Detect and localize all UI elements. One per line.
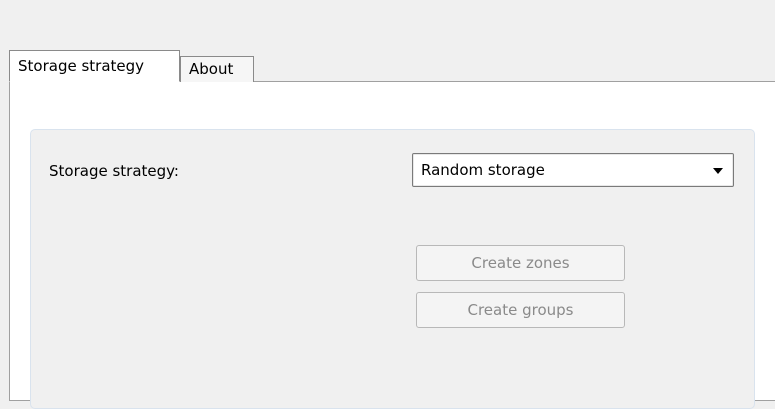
- storage-strategy-dropdown[interactable]: Random storage: [412, 153, 734, 187]
- tab-about[interactable]: About: [180, 56, 254, 82]
- storage-strategy-label: Storage strategy:: [49, 162, 179, 180]
- tab-storage-strategy[interactable]: Storage strategy: [9, 50, 180, 82]
- create-zones-button[interactable]: Create zones: [416, 245, 625, 281]
- tab-storage-strategy-label: Storage strategy: [18, 57, 145, 75]
- storage-strategy-selected-value: Random storage: [421, 161, 545, 179]
- dropdown-arrow-icon: [713, 168, 723, 174]
- create-groups-button[interactable]: Create groups: [416, 292, 625, 328]
- tab-about-label: About: [189, 60, 234, 78]
